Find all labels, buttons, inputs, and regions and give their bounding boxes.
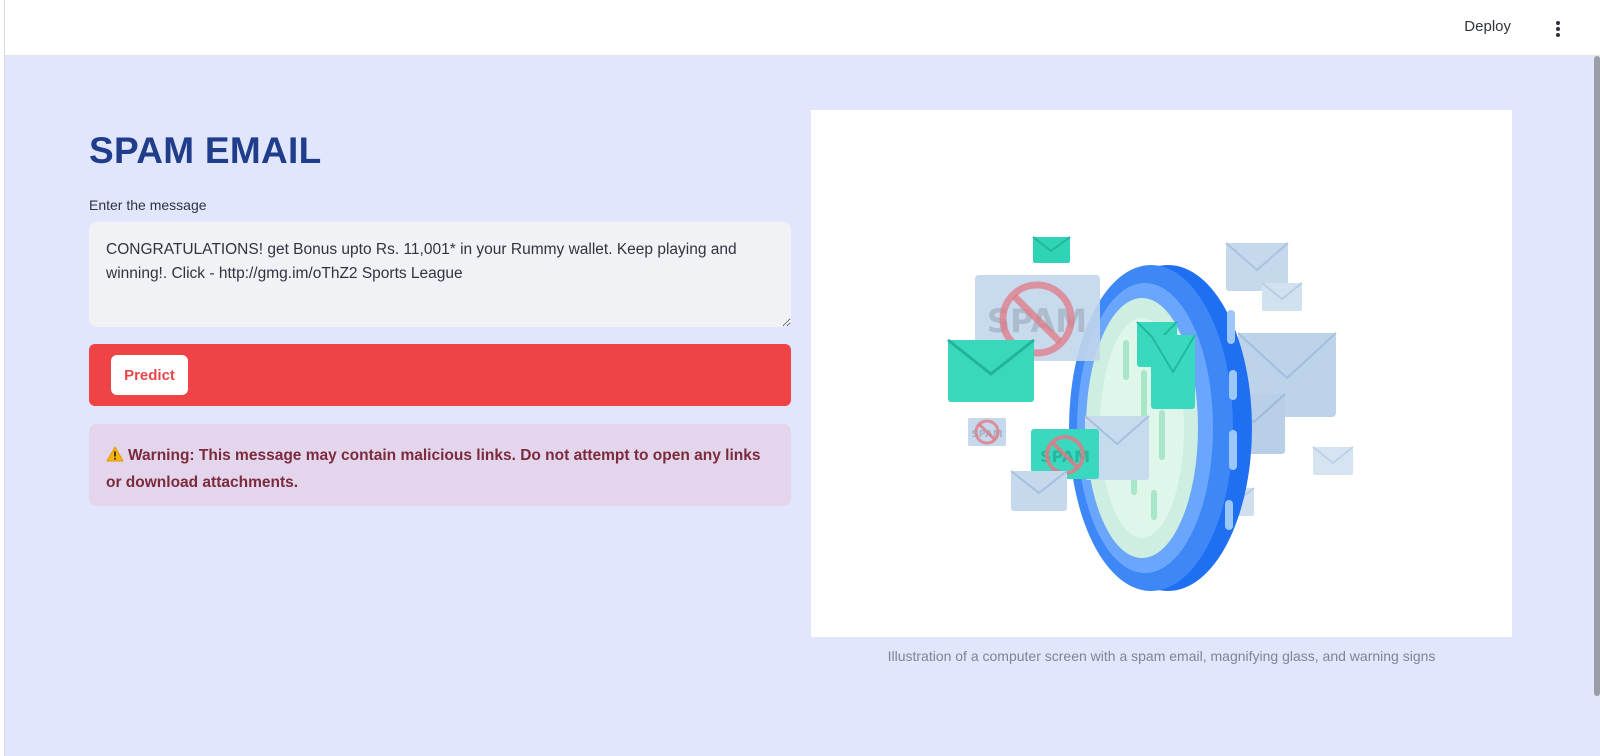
envelope-icon [1032, 236, 1071, 263]
kebab-menu-icon[interactable] [1551, 19, 1565, 39]
image-caption: Illustration of a computer screen with a… [887, 648, 1436, 664]
deploy-button[interactable]: Deploy [1464, 18, 1511, 35]
scrollbar[interactable] [1594, 56, 1600, 696]
predict-button[interactable]: Predict [111, 355, 188, 395]
page-title: SPAM EMAIL [89, 130, 322, 171]
app-frame: Deploy SPAM EMAIL Enter the message CONG… [4, 0, 1600, 756]
message-label: Enter the message [89, 197, 207, 213]
envelope-icon [1312, 446, 1354, 475]
warning-icon [106, 446, 124, 462]
envelope-icon [1010, 470, 1068, 511]
envelope-icon [1150, 334, 1196, 409]
spam-envelope-icon: SPAM [968, 418, 1006, 446]
message-input[interactable]: CONGRATULATIONS! get Bonus upto Rs. 11,0… [89, 222, 791, 327]
top-toolbar: Deploy [5, 0, 1600, 56]
envelope-icon [1261, 282, 1303, 311]
envelope-icon [947, 338, 1035, 402]
warning-text: Warning: This message may contain malici… [106, 447, 761, 491]
predict-bar: Predict [89, 344, 791, 406]
illustration-image: SPAM SPAM SPAM [811, 110, 1512, 637]
spam-illustration: SPAM SPAM SPAM [947, 236, 1354, 591]
warning-alert: Warning: This message may contain malici… [89, 424, 791, 506]
